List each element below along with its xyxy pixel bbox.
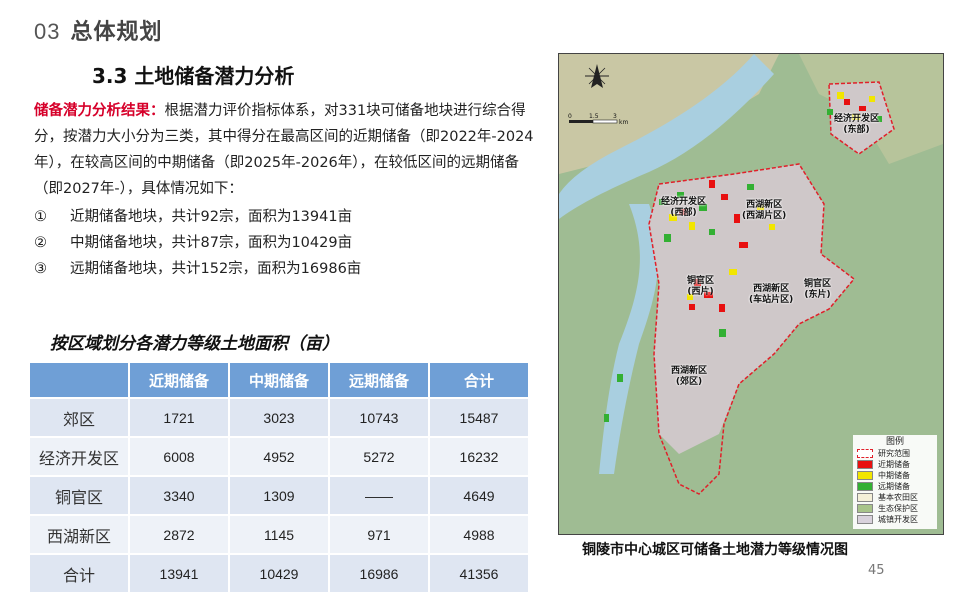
table-cell: 1309 (230, 477, 328, 514)
near-swatch (857, 460, 873, 469)
page-subtitle: 3.3 土地储备潜力分析 (92, 64, 295, 88)
table-cell: 6008 (130, 438, 228, 475)
table-cell: 铜官区 (30, 477, 128, 514)
map-label-kaifaqu-east: 经济开发区 (东部) (834, 114, 880, 135)
section-title: 总体规划 (70, 20, 163, 45)
table-cell: 4988 (430, 516, 528, 553)
table-cell: 经济开发区 (30, 438, 128, 475)
table-cell: 971 (330, 516, 428, 553)
table-cell: 15487 (430, 399, 528, 436)
table-cell: 西湖新区 (30, 516, 128, 553)
legend-item: 远期储备 (857, 481, 933, 492)
legend-item: 生态保护区 (857, 503, 933, 514)
table-row: 合计 13941 10429 16986 41356 (30, 555, 528, 592)
table-header-cell (30, 363, 128, 397)
intro-lead: 储备潜力分析结果： (34, 103, 165, 119)
list-item: ③ 远期储备地块，共计152宗，面积为16986亩 (34, 256, 361, 282)
table-cell: 1145 (230, 516, 328, 553)
table-cell: 3340 (130, 477, 228, 514)
item-text: 中期储备地块，共计87宗，面积为10429亩 (70, 235, 353, 251)
table-cell: 3023 (230, 399, 328, 436)
table-row: 铜官区 3340 1309 —— 4649 (30, 477, 528, 514)
map-legend: 图例 研究范围 近期储备 中期储备 远期储备 基本农田区 生态保护区 城镇开发区 (853, 435, 937, 529)
scale-label: km (619, 119, 628, 126)
table-header-cell: 合计 (430, 363, 528, 397)
item-marker: ③ (34, 261, 47, 277)
intro-paragraph: 储备潜力分析结果：根据潜力评价指标体系，对331块可储备地块进行综合得分，按潜力… (34, 98, 544, 202)
map-label-tongguan-east: 铜官区 (东片) (804, 279, 832, 300)
table-header-row: 近期储备 中期储备 远期储备 合计 (30, 363, 528, 397)
legend-item: 研究范围 (857, 448, 933, 459)
ecology-swatch (857, 504, 873, 513)
scale-label: 0 (568, 113, 572, 120)
table-header-cell: 远期储备 (330, 363, 428, 397)
table-cell: 41356 (430, 555, 528, 592)
scale-label: 1.5 (589, 113, 599, 120)
table-cell: 5272 (330, 438, 428, 475)
table-cell: 郊区 (30, 399, 128, 436)
scale-label: 3 (613, 113, 617, 120)
map-caption: 铜陵市中心城区可储备土地潜力等级情况图 (582, 542, 848, 558)
item-marker: ① (34, 209, 47, 225)
legend-item: 城镇开发区 (857, 514, 933, 525)
table-row: 郊区 1721 3023 10743 15487 (30, 399, 528, 436)
table-cell: 16232 (430, 438, 528, 475)
long-swatch (857, 482, 873, 491)
table-cell: 1721 (130, 399, 228, 436)
item-text: 远期储备地块，共计152宗，面积为16986亩 (70, 261, 362, 277)
table-cell: 16986 (330, 555, 428, 592)
list-item: ① 近期储备地块，共计92宗，面积为13941亩 (34, 204, 361, 230)
table-cell: 10743 (330, 399, 428, 436)
boundary-swatch (857, 449, 873, 458)
section-number: 03 (34, 19, 61, 44)
legend-item: 中期储备 (857, 470, 933, 481)
map-label-xihu-lake: 西湖新区 (西湖片区) (742, 200, 787, 221)
map-label-xihu-suburb: 西湖新区 (郊区) (671, 366, 708, 387)
table-cell: 4952 (230, 438, 328, 475)
legend-item: 基本农田区 (857, 492, 933, 503)
area-table: 近期储备 中期储备 远期储备 合计 郊区 1721 3023 10743 154… (28, 361, 530, 594)
map-label-kaifaqu-west: 经济开发区 (西部) (661, 197, 707, 218)
legend-title: 图例 (885, 437, 904, 447)
table-cell: 4649 (430, 477, 528, 514)
table-row: 西湖新区 2872 1145 971 4988 (30, 516, 528, 553)
scale-bar (569, 119, 618, 124)
table-header-cell: 中期储备 (230, 363, 328, 397)
table-cell: 10429 (230, 555, 328, 592)
list-item: ② 中期储备地块，共计87宗，面积为10429亩 (34, 230, 361, 256)
page-number: 45 (868, 563, 885, 578)
item-text: 近期储备地块，共计92宗，面积为13941亩 (70, 209, 353, 225)
mid-swatch (857, 471, 873, 480)
farmland-swatch (857, 493, 873, 502)
item-list: ① 近期储备地块，共计92宗，面积为13941亩 ② 中期储备地块，共计87宗，面积… (34, 204, 361, 282)
table-cell: 合计 (30, 555, 128, 592)
map-label-tongguan-west: 铜官区 (西片) (687, 276, 715, 297)
urban-swatch (857, 515, 873, 524)
land-reserve-map: 0 1.5 3 km 经济开发区 (东部) 经济开发区 (西部) 西湖新区 (西湖片区… (558, 53, 944, 535)
map-label-xihu-station: 西湖新区 (车站片区) (749, 284, 794, 305)
section-header: 03 总体规划 (34, 14, 163, 46)
table-header-cell: 近期储备 (130, 363, 228, 397)
table-cell: 2872 (130, 516, 228, 553)
table-title: 按区域划分各潜力等级土地面积（亩） (50, 334, 339, 354)
table-cell: —— (330, 477, 428, 514)
table-row: 经济开发区 6008 4952 5272 16232 (30, 438, 528, 475)
table-cell: 13941 (130, 555, 228, 592)
legend-item: 近期储备 (857, 459, 933, 470)
item-marker: ② (34, 235, 47, 251)
